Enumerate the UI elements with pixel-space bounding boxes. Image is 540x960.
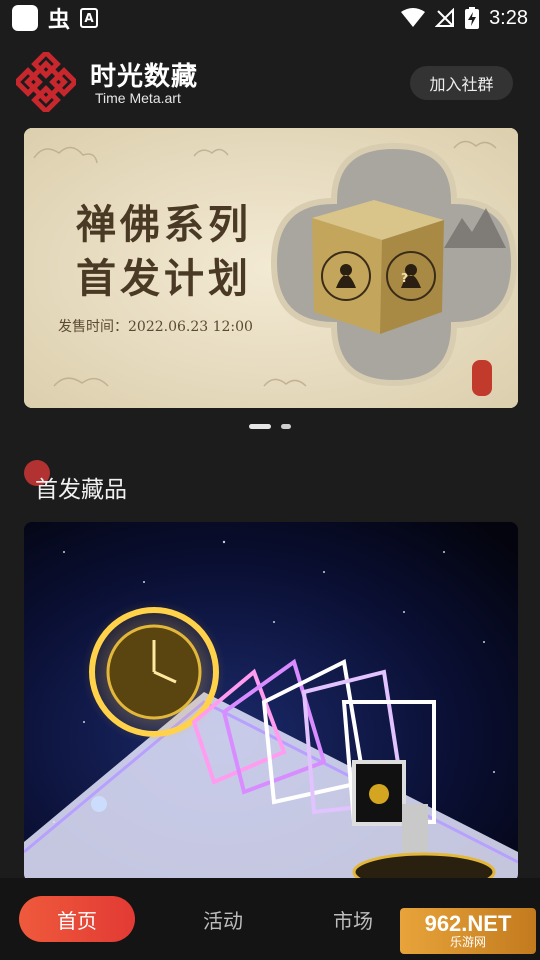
no-signal-icon (435, 8, 455, 27)
watermark-bottom: 乐游网 (449, 935, 486, 949)
bug-icon: 虫 (48, 8, 71, 33)
banner-title-line2: 首发计划 (76, 255, 252, 302)
wifi-icon (401, 8, 426, 27)
a-notification-icon: A (80, 8, 99, 28)
promo-banner[interactable]: 禅佛系列 首发计划 发售时间：2022.06.23 12:00 ? (24, 128, 518, 408)
status-bar: 虫 A 3:28 (0, 0, 540, 36)
collection-artwork (24, 522, 518, 882)
app-subtitle: Time Meta.art (95, 90, 181, 106)
clock-time: 3:28 (489, 6, 528, 29)
banner-title-line1: 禅佛系列 (76, 201, 252, 248)
join-community-button[interactable]: 加入社群 (410, 66, 513, 100)
carousel-dot[interactable] (281, 424, 291, 429)
logo-knot-icon (16, 52, 76, 112)
cube-question-mark: ? (401, 271, 408, 285)
app-name: 时光数藏 (90, 62, 199, 92)
mystery-cube (312, 200, 444, 334)
nav-tab-home[interactable]: 首页 (19, 896, 135, 942)
site-watermark: 962.NET 乐游网 (400, 908, 536, 954)
app-square-icon (12, 5, 38, 31)
nav-tab-market[interactable]: 市场 (295, 896, 411, 942)
battery-charging-icon (465, 7, 480, 29)
status-bar-right: 3:28 (401, 7, 528, 30)
nav-tab-events[interactable]: 活动 (165, 896, 281, 942)
banner-sale-time: 发售时间：2022.06.23 12:00 (58, 319, 253, 335)
carousel-dot-active[interactable] (249, 424, 271, 429)
section-title: 首发藏品 (35, 477, 127, 503)
watermark-top: 962.NET (424, 911, 512, 936)
carousel-indicator (0, 424, 540, 429)
collection-card[interactable] (24, 522, 518, 882)
app-screen: 虫 A 3:28 时光数藏 Time Meta.art 加入社群 禅佛系列 首发… (0, 0, 540, 960)
app-header: 时光数藏 Time Meta.art 加入社群 (0, 50, 540, 116)
status-bar-left: 虫 A (12, 2, 99, 34)
